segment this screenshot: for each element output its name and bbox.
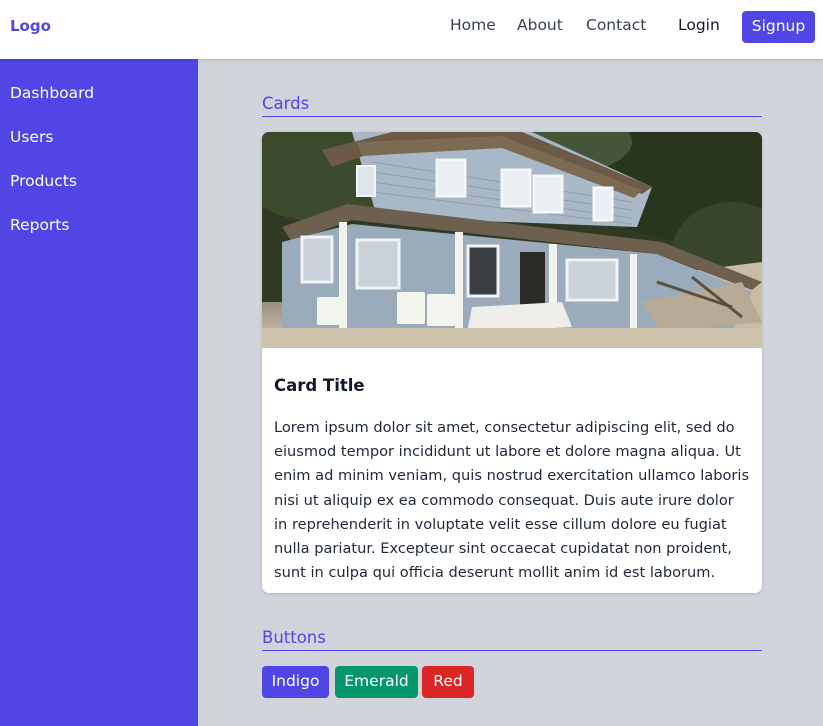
cards-section-title: Cards xyxy=(262,94,762,117)
sidebar: Dashboard Users Products Reports xyxy=(0,59,198,726)
house-image xyxy=(262,132,762,348)
nav-home-link[interactable]: Home xyxy=(450,16,496,34)
signup-button[interactable]: Signup xyxy=(742,11,815,43)
sidebar-item-dashboard[interactable]: Dashboard xyxy=(10,84,94,102)
sidebar-item-reports[interactable]: Reports xyxy=(10,216,69,234)
sidebar-item-products[interactable]: Products xyxy=(10,172,77,190)
nav-about-link[interactable]: About xyxy=(517,16,563,34)
card-body-text: Lorem ipsum dolor sit amet, consectetur … xyxy=(274,419,750,582)
red-button[interactable]: Red xyxy=(422,666,474,698)
top-navbar: Logo Home About Contact Login Signup xyxy=(0,0,823,59)
indigo-button[interactable]: Indigo xyxy=(262,666,329,698)
buttons-section-title: Buttons xyxy=(262,628,762,651)
emerald-button[interactable]: Emerald xyxy=(335,666,418,698)
card: Card Title Lorem ipsum dolor sit amet, c… xyxy=(262,132,762,593)
sidebar-item-users[interactable]: Users xyxy=(10,128,53,146)
nav-contact-link[interactable]: Contact xyxy=(586,16,646,34)
card-title: Card Title xyxy=(274,376,365,395)
login-button[interactable]: Login xyxy=(678,16,720,34)
card-image xyxy=(262,132,762,348)
logo[interactable]: Logo xyxy=(10,17,51,35)
